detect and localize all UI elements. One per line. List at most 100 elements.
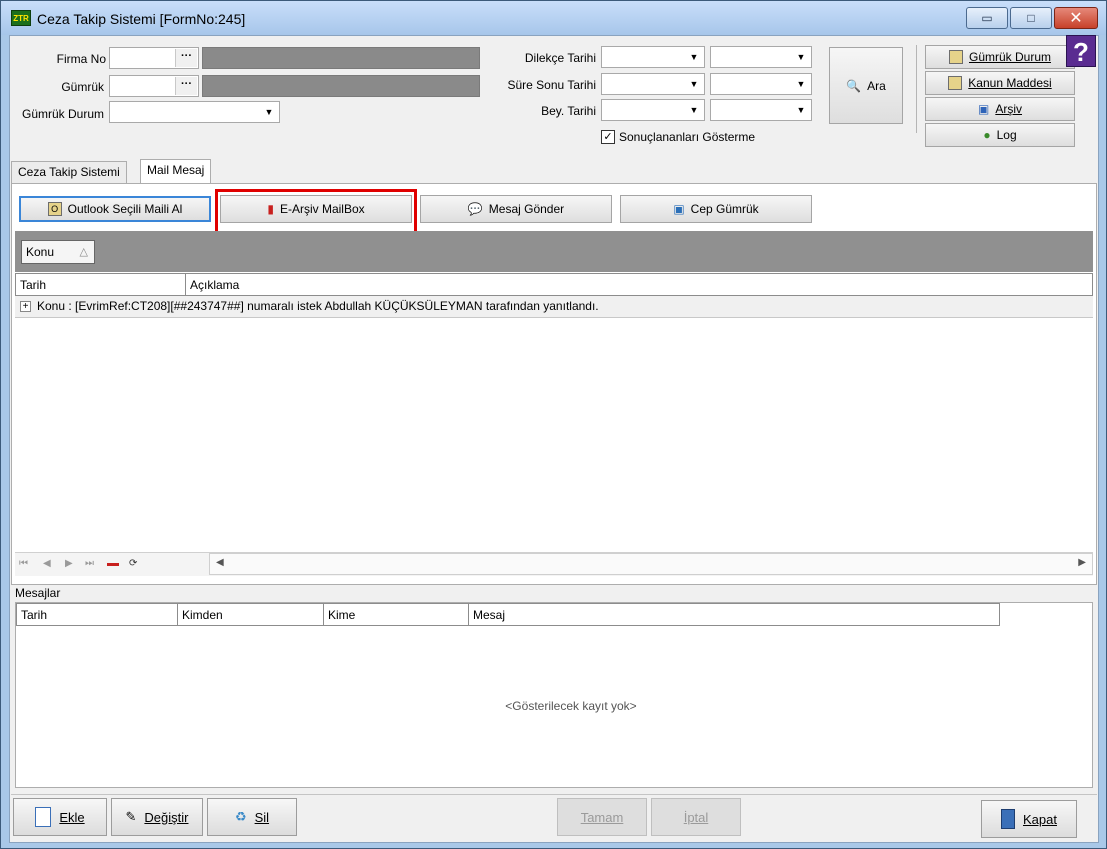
- log-button[interactable]: ● Log: [925, 123, 1075, 147]
- tab-ceza-takip[interactable]: Ceza Takip Sistemi: [11, 161, 127, 183]
- sure-sonu-label: Süre Sonu Tarihi: [507, 78, 597, 92]
- delete-button-label: Sil: [254, 809, 270, 825]
- table-row[interactable]: + Konu : [EvrimRef:CT208][##243747##] nu…: [15, 296, 1093, 318]
- column-header-aciklama[interactable]: Açıklama: [186, 274, 1092, 296]
- sure-sonu-start-date[interactable]: ▼: [601, 73, 705, 95]
- cancel-button[interactable]: İptal: [651, 798, 741, 836]
- hide-results-label: Sonuçlananları Gösterme: [619, 130, 756, 144]
- row-text: Konu : [EvrimRef:CT208][##243747##] numa…: [37, 299, 599, 313]
- edit-icon: ✎: [125, 809, 137, 824]
- cep-gumruk-button[interactable]: ▣ Cep Gümrük: [620, 195, 812, 223]
- maximize-button[interactable]: □: [1010, 7, 1052, 29]
- chat-bubble-icon: 💬: [467, 202, 483, 216]
- gumruk-input[interactable]: ···: [109, 75, 199, 97]
- highlight-frame: [215, 189, 417, 234]
- gumruk-name-field: [202, 75, 480, 97]
- edit-button-label: Değiştir: [144, 809, 189, 825]
- empty-state-text: <Gösterilecek kayıt yok>: [505, 699, 637, 713]
- gumruk-durum-button-label: Gümrük Durum: [968, 50, 1051, 64]
- arsiv-button[interactable]: ▣ Arşiv: [925, 97, 1075, 121]
- column-header-mesaj[interactable]: Mesaj: [469, 604, 999, 626]
- arsiv-button-label: Arşiv: [995, 102, 1022, 116]
- minimize-button[interactable]: ▭: [966, 7, 1008, 29]
- archive-icon: ▣: [977, 102, 990, 116]
- app-window: ZTR Ceza Takip Sistemi [FormNo:245] ▭ □ …: [0, 0, 1107, 849]
- first-record-icon[interactable]: ⏮: [19, 558, 28, 569]
- gumruk-durum-button[interactable]: Gümrük Durum: [925, 45, 1075, 69]
- scroll-left-icon[interactable]: ◀: [216, 557, 224, 568]
- help-icon[interactable]: ?: [1066, 35, 1096, 67]
- phone-icon: ▣: [673, 202, 685, 216]
- document-icon: [948, 50, 963, 64]
- chevron-down-icon: ▼: [689, 105, 699, 115]
- gumruk-durum-label: Gümrük Durum: [21, 107, 104, 121]
- outlook-button-label: Outlook Seçili Maili Al: [67, 202, 183, 216]
- firma-no-lookup-button[interactable]: ···: [175, 49, 197, 67]
- sort-ascending-icon: △: [79, 246, 88, 258]
- tab-mail-mesaj[interactable]: Mail Mesaj: [140, 159, 212, 183]
- exit-door-icon: [1001, 809, 1015, 829]
- mesaj-gonder-button[interactable]: 💬 Mesaj Gönder: [420, 195, 612, 223]
- column-header-tarih[interactable]: Tarih: [17, 604, 178, 626]
- chevron-down-icon: ▼: [796, 105, 806, 115]
- messages-label: Mesajlar: [15, 586, 61, 600]
- horizontal-scrollbar[interactable]: ◀ ▶: [209, 553, 1093, 575]
- search-button[interactable]: 🔍 Ara: [829, 47, 903, 124]
- chevron-down-icon: ▼: [264, 107, 274, 117]
- new-document-icon: [35, 807, 52, 827]
- column-header-kime[interactable]: Kime: [324, 604, 469, 626]
- document-icon: [948, 76, 963, 90]
- grid-header: Tarih Açıklama: [15, 273, 1093, 296]
- ok-button[interactable]: Tamam: [557, 798, 647, 836]
- refresh-icon[interactable]: ⟳: [129, 558, 137, 569]
- close-form-button[interactable]: Kapat: [981, 800, 1077, 838]
- column-header-tarih[interactable]: Tarih: [16, 274, 186, 296]
- scroll-right-icon[interactable]: ▶: [1078, 557, 1086, 568]
- firma-name-field: [202, 47, 480, 69]
- sure-sonu-end-date[interactable]: ▼: [710, 73, 812, 95]
- mesaj-gonder-button-label: Mesaj Gönder: [488, 202, 565, 216]
- gumruk-label: Gümrük: [61, 80, 104, 94]
- cep-gumruk-button-label: Cep Gümrük: [690, 202, 759, 216]
- bey-start-date[interactable]: ▼: [601, 99, 705, 121]
- outlook-button[interactable]: O Outlook Seçili Maili Al: [19, 196, 211, 222]
- dilekce-end-date[interactable]: ▼: [710, 46, 812, 68]
- bey-end-date[interactable]: ▼: [710, 99, 812, 121]
- ok-button-label: Tamam: [580, 809, 624, 825]
- gumruk-durum-select[interactable]: ▼: [109, 101, 280, 123]
- app-icon: ZTR: [11, 10, 31, 26]
- close-form-button-label: Kapat: [1023, 811, 1057, 827]
- log-button-label: Log: [996, 128, 1017, 142]
- delete-button[interactable]: ♻ Sil: [207, 798, 297, 836]
- search-icon: 🔍: [846, 78, 862, 93]
- kanun-maddesi-button-label: Kanun Maddesi: [968, 76, 1052, 90]
- hide-results-checkbox[interactable]: ✓: [601, 130, 615, 144]
- next-record-icon[interactable]: ▶: [65, 558, 73, 569]
- dilekce-start-date[interactable]: ▼: [601, 46, 705, 68]
- last-record-icon[interactable]: ⏭: [85, 558, 94, 569]
- messages-grid: [15, 602, 1093, 788]
- firma-no-label: Firma No: [56, 52, 106, 66]
- chevron-down-icon: ▼: [689, 52, 699, 62]
- expand-icon[interactable]: +: [20, 301, 31, 312]
- prev-record-icon[interactable]: ◀: [43, 558, 51, 569]
- chevron-down-icon: ▼: [796, 52, 806, 62]
- gumruk-lookup-button[interactable]: ···: [175, 77, 197, 95]
- column-header-kimden[interactable]: Kimden: [178, 604, 324, 626]
- edit-button[interactable]: ✎ Değiştir: [111, 798, 203, 836]
- messages-grid-header: Tarih Kimden Kime Mesaj: [16, 603, 1000, 626]
- delete-record-icon[interactable]: [107, 563, 119, 566]
- search-button-label: Ara: [867, 78, 886, 93]
- group-by-panel: [15, 231, 1093, 272]
- kanun-maddesi-button[interactable]: Kanun Maddesi: [925, 71, 1075, 95]
- add-button[interactable]: Ekle: [13, 798, 107, 836]
- divider: [916, 45, 917, 133]
- firma-no-input[interactable]: ···: [109, 47, 199, 69]
- cancel-button-label: İptal: [683, 809, 709, 825]
- log-icon: ●: [983, 128, 991, 142]
- close-button[interactable]: ✕: [1054, 7, 1098, 29]
- group-chip-label: Konu: [26, 245, 55, 259]
- chevron-down-icon: ▼: [689, 79, 699, 89]
- recycle-bin-icon: ♻: [234, 809, 247, 824]
- group-chip-konu[interactable]: Konu △: [21, 240, 95, 264]
